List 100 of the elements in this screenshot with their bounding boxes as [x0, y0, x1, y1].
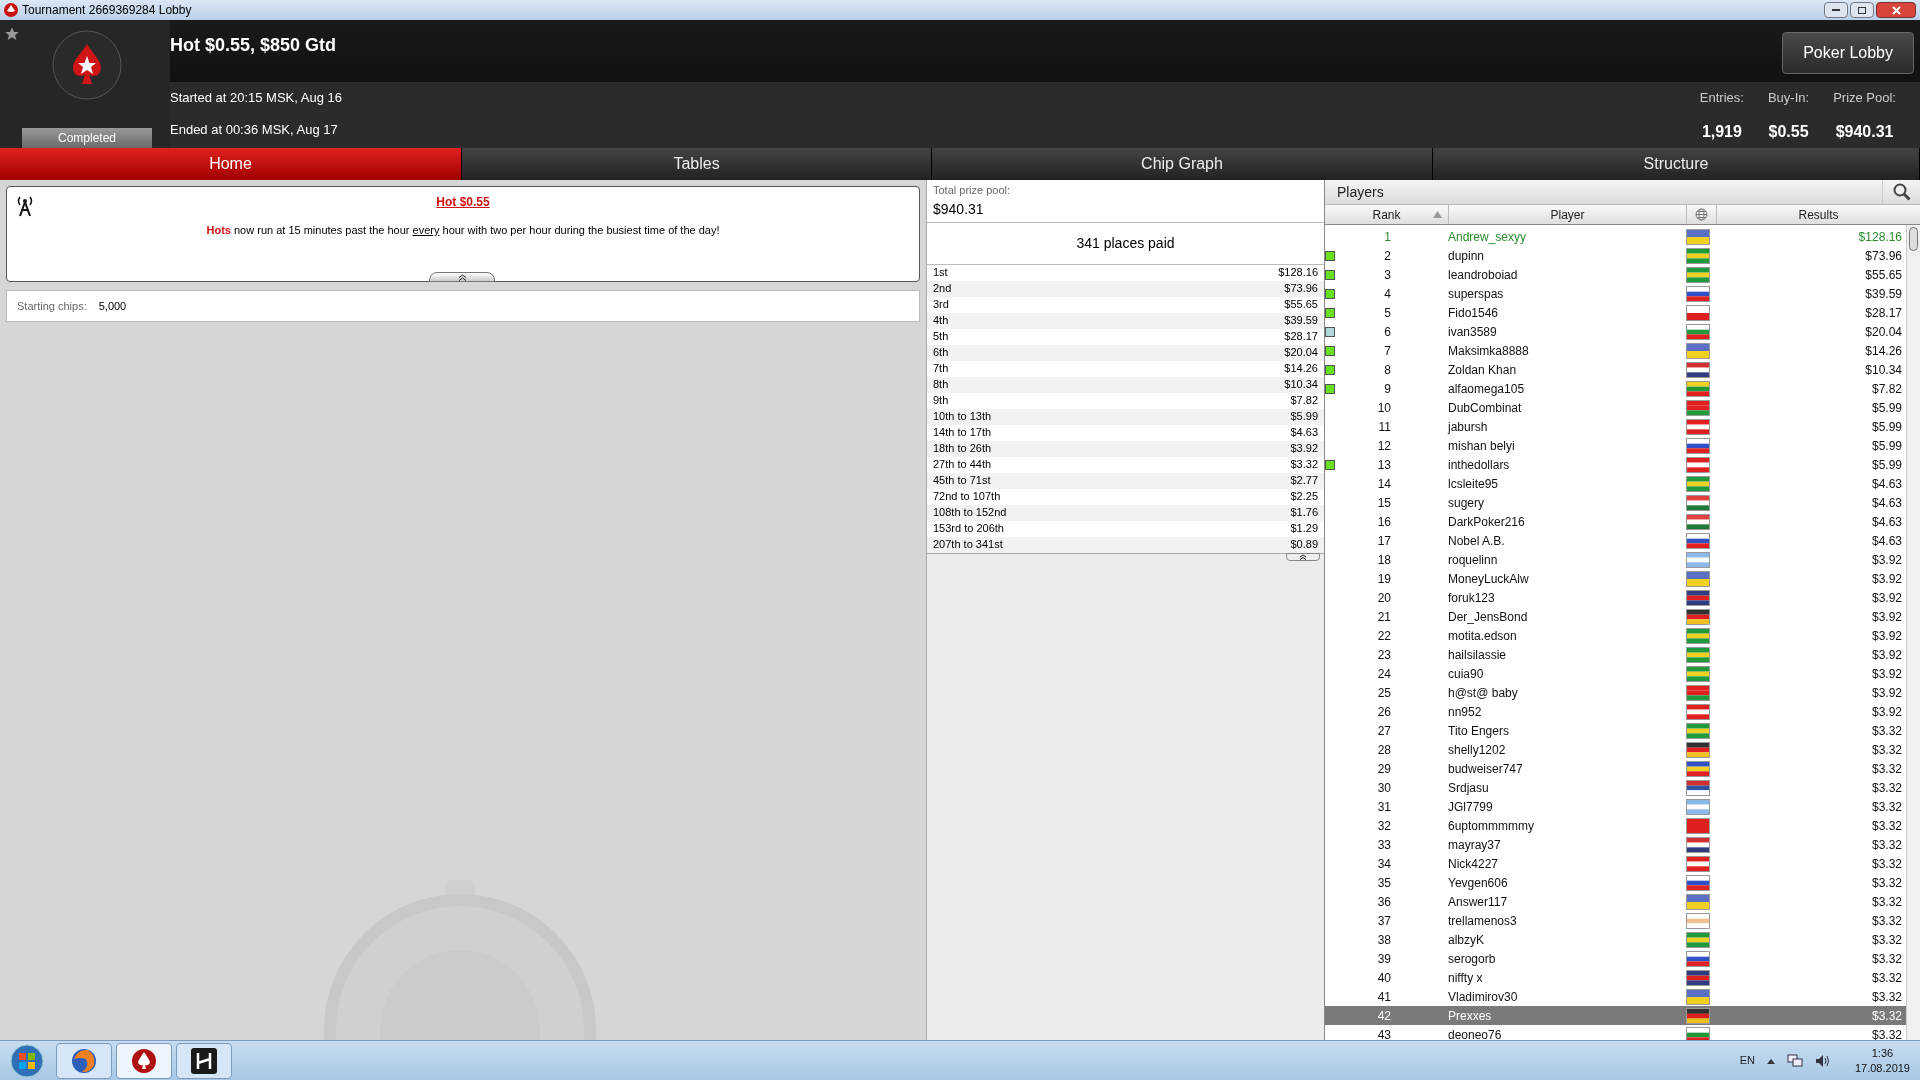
place-label: 45th to 71st: [933, 473, 991, 489]
minimize-button[interactable]: [1824, 2, 1848, 18]
player-row[interactable]: 43 deoneo76 $3.32: [1325, 1025, 1906, 1040]
tab[interactable]: Home: [0, 148, 462, 180]
flag-icon: [1686, 228, 1710, 245]
clock-date[interactable]: 17.08.2019: [1854, 1060, 1910, 1076]
flag-icon: [1686, 380, 1710, 397]
stat-value: $940.31: [1835, 121, 1894, 142]
result-cell-text: $14.26: [1864, 342, 1903, 360]
player-row[interactable]: 40 niffty x $3.32: [1325, 968, 1906, 987]
flag-icon: [1686, 836, 1710, 853]
player-row[interactable]: 9 alfaomega105 $7.82: [1325, 379, 1906, 398]
rank-cell-text: 8: [1384, 361, 1391, 379]
player-name: inthedollars: [1448, 456, 1511, 474]
player-row[interactable]: 2 dupinn $73.96: [1325, 246, 1906, 265]
star-icon[interactable]: [4, 26, 20, 42]
player-name: DubCombinat: [1448, 399, 1523, 417]
flag-icon: [1686, 741, 1710, 758]
network-icon[interactable]: [1786, 1053, 1803, 1068]
player-name: Der_JensBond: [1448, 608, 1529, 626]
place-label: 108th to 152nd: [933, 505, 1007, 521]
player-name: ivan3589: [1448, 323, 1498, 341]
player-row[interactable]: 4 superspas $39.59: [1325, 284, 1906, 303]
rank-cell-text: 33: [1377, 836, 1391, 854]
prize-amount: $3.32: [1290, 457, 1318, 473]
announcement-text: Hots now run at 15 minutes past the hour every hour with two per hour during the busiest time of the day!: [206, 223, 720, 238]
player-row[interactable]: 39 serogorb $3.32: [1325, 949, 1906, 968]
player-row[interactable]: 1 Andrew_sexyy $128.16: [1325, 227, 1906, 246]
flag-icon: [1686, 532, 1710, 549]
player-row[interactable]: 29 budweiser747 $3.32: [1325, 759, 1906, 778]
player-name: niffty x: [1448, 969, 1484, 987]
rank-cell-text: 27: [1377, 722, 1391, 740]
flag-icon: [1686, 475, 1710, 492]
places-paid-text: 341 places paid: [1076, 233, 1175, 253]
result-cell-text: $3.92: [1870, 589, 1903, 607]
player-row[interactable]: 14 lcsleite95 $4.63: [1325, 474, 1906, 493]
player-row[interactable]: 16 DarkPoker216 $4.63: [1325, 512, 1906, 531]
player-row[interactable]: 36 Answer117 $3.32: [1325, 892, 1906, 911]
player-row[interactable]: 23 hailsilassie $3.92: [1325, 645, 1906, 664]
rank-cell-text: 15: [1377, 494, 1391, 512]
rank-cell-text: 22: [1377, 627, 1391, 645]
column-header[interactable]: Player: [1449, 205, 1687, 224]
volume-icon[interactable]: [1814, 1053, 1831, 1068]
player-row[interactable]: 24 cuia90 $3.92: [1325, 664, 1906, 683]
flag-icon: [1686, 304, 1710, 321]
player-row[interactable]: 21 Der_JensBond $3.92: [1325, 607, 1906, 626]
player-row[interactable]: 37 trellamenos3 $3.32: [1325, 911, 1906, 930]
taskbar-app[interactable]: [116, 1042, 172, 1079]
column-header[interactable]: Rank: [1325, 205, 1449, 224]
player-row[interactable]: 20 foruk123 $3.92: [1325, 588, 1906, 607]
maximize-button[interactable]: [1850, 2, 1874, 18]
scrollbar[interactable]: [1906, 225, 1920, 1040]
flag-icon: [1686, 323, 1710, 340]
player-row[interactable]: 32 6uptommmmmy $3.32: [1325, 816, 1906, 835]
player-row[interactable]: 19 MoneyLuckAlw $3.92: [1325, 569, 1906, 588]
player-row[interactable]: 22 motita.edson $3.92: [1325, 626, 1906, 645]
tab[interactable]: Structure: [1433, 148, 1920, 180]
player-row[interactable]: 34 Nick4227 $3.32: [1325, 854, 1906, 873]
tab[interactable]: Chip Graph: [932, 148, 1433, 180]
player-row[interactable]: 13 inthedollars $5.99: [1325, 455, 1906, 474]
prize-amount: $1.29: [1290, 521, 1318, 537]
player-row[interactable]: 38 albzyK $3.32: [1325, 930, 1906, 949]
player-row[interactable]: 26 nn952 $3.92: [1325, 702, 1906, 721]
player-row[interactable]: 5 Fido1546 $28.17: [1325, 303, 1906, 322]
player-row[interactable]: 25 h@st@ baby $3.92: [1325, 683, 1906, 702]
player-row[interactable]: 15 sugery $4.63: [1325, 493, 1906, 512]
prize-amount: $2.77: [1290, 473, 1318, 489]
prize-amount: $7.82: [1290, 393, 1318, 409]
collapse-tab[interactable]: [429, 272, 495, 282]
poker-lobby-button[interactable]: Poker Lobby: [1782, 32, 1914, 74]
player-row[interactable]: 6 ivan3589 $20.04: [1325, 322, 1906, 341]
place-label: 1st: [933, 265, 948, 281]
flag-icon: [1686, 874, 1710, 891]
player-row[interactable]: 8 Zoldan Khan $10.34: [1325, 360, 1906, 379]
language-indicator[interactable]: EN: [1739, 1052, 1755, 1069]
player-row[interactable]: 33 mayray37 $3.32: [1325, 835, 1906, 854]
collapse-tab[interactable]: [1286, 552, 1320, 561]
player-row[interactable]: 30 Srdjasu $3.32: [1325, 778, 1906, 797]
player-row[interactable]: 12 mishan belyi $5.99: [1325, 436, 1906, 455]
player-row[interactable]: 3 leandroboiad $55.65: [1325, 265, 1906, 284]
result-cell-text: $3.92: [1870, 684, 1903, 702]
result-cell-text: $3.32: [1870, 969, 1903, 987]
caret-up-icon[interactable]: [1766, 1057, 1775, 1064]
column-header[interactable]: Results: [1717, 205, 1920, 224]
clock-time[interactable]: 1:36: [1871, 1045, 1894, 1061]
close-button[interactable]: [1876, 2, 1916, 18]
player-row[interactable]: 28 shelly1202 $3.32: [1325, 740, 1906, 759]
player-row[interactable]: 31 JGl7799 $3.32: [1325, 797, 1906, 816]
player-row[interactable]: 35 Yevgen606 $3.32: [1325, 873, 1906, 892]
player-row[interactable]: 7 Maksimka8888 $14.26: [1325, 341, 1906, 360]
announcement-title-link[interactable]: Hot $0.55: [436, 193, 490, 211]
player-row[interactable]: 42 Prexxes $3.32: [1325, 1006, 1906, 1025]
player-row[interactable]: 11 jabursh $5.99: [1325, 417, 1906, 436]
player-row[interactable]: 17 Nobel A.B. $4.63: [1325, 531, 1906, 550]
player-row[interactable]: 27 Tito Engers $3.32: [1325, 721, 1906, 740]
player-row[interactable]: 41 Vladimirov30 $3.32: [1325, 987, 1906, 1006]
taskbar-app[interactable]: [176, 1042, 232, 1079]
player-row[interactable]: 10 DubCombinat $5.99: [1325, 398, 1906, 417]
player-row[interactable]: 18 roquelinn $3.92: [1325, 550, 1906, 569]
tab[interactable]: Tables: [462, 148, 932, 180]
